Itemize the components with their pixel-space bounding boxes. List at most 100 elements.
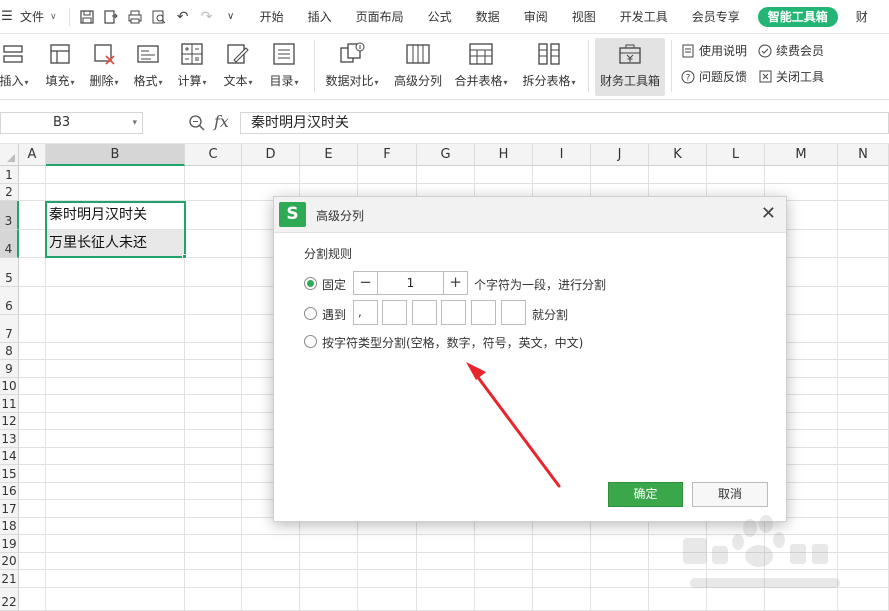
stepper-plus-button[interactable]: + [443, 272, 467, 294]
row-header-9[interactable]: 9 [0, 360, 19, 378]
tab-data[interactable]: 数据 [464, 0, 512, 34]
radio-fixed-label[interactable]: 固定 [322, 276, 346, 293]
column-header-d[interactable]: D [242, 144, 300, 166]
row-header-3[interactable]: 3 [0, 201, 19, 230]
row-header-4[interactable]: 4 [0, 230, 19, 258]
calculate-button[interactable]: 计算▾ [174, 38, 210, 96]
catalog-button[interactable]: 目录▾ [266, 38, 302, 96]
delete-button[interactable]: 删除▾ [86, 38, 122, 96]
finance-toolbox-button[interactable]: 财务工具箱 [595, 38, 665, 96]
feedback-button[interactable]: ? 问题反馈 [681, 68, 747, 85]
column-header-f[interactable]: F [358, 144, 417, 166]
file-menu-button[interactable]: ☰ 文件 ∨ [0, 0, 63, 34]
column-header-m[interactable]: M [765, 144, 838, 166]
help-button[interactable]: 使用说明 [681, 42, 747, 59]
tab-formulas[interactable]: 公式 [416, 0, 464, 34]
column-header-k[interactable]: K [649, 144, 707, 166]
column-header-n[interactable]: N [838, 144, 889, 166]
cancel-button[interactable]: 取消 [692, 482, 768, 507]
close-icon[interactable]: ✕ [761, 203, 776, 224]
delimiter-input-4[interactable] [441, 300, 466, 325]
formula-input[interactable]: 秦时明月汉时关 [240, 112, 889, 134]
tab-page-layout[interactable]: 页面布局 [344, 0, 416, 34]
row-header-13[interactable]: 13 [0, 430, 19, 448]
row-header-8[interactable]: 8 [0, 343, 19, 360]
tab-insert[interactable]: 插入 [296, 0, 344, 34]
radio-by-char-type[interactable] [304, 335, 317, 348]
row-header-11[interactable]: 11 [0, 395, 19, 413]
tab-member[interactable]: 会员专享 [680, 0, 752, 34]
text-button[interactable]: 文本▾ [220, 38, 256, 96]
row-header-19[interactable]: 19 [0, 535, 19, 553]
column-header-c[interactable]: C [185, 144, 242, 166]
row-header-7[interactable]: 7 [0, 315, 19, 343]
row-header-5[interactable]: 5 [0, 258, 19, 287]
renew-member-button[interactable]: 续费会员 [758, 42, 824, 59]
row-header-18[interactable]: 18 [0, 518, 19, 535]
customize-dropdown-icon[interactable]: ∨ [220, 6, 242, 28]
row-header-6[interactable]: 6 [0, 287, 19, 315]
row-header-20[interactable]: 20 [0, 553, 19, 570]
tab-view[interactable]: 视图 [560, 0, 608, 34]
split-table-button[interactable]: 拆分表格▾ [518, 38, 580, 96]
delimiter-input-3[interactable] [412, 300, 437, 325]
cell-b4[interactable]: 万里长征人未还 [46, 230, 185, 257]
print-icon[interactable] [124, 6, 146, 28]
row-header-21[interactable]: 21 [0, 570, 19, 588]
tab-smart-toolbox[interactable]: 智能工具箱 [757, 6, 838, 27]
advanced-split-button[interactable]: 高级分列 [390, 38, 446, 96]
save-icon[interactable] [76, 6, 98, 28]
undo-icon[interactable]: ↶ [172, 6, 194, 28]
insert-function-icon[interactable]: fx [214, 112, 229, 131]
column-header-g[interactable]: G [417, 144, 475, 166]
delimiter-input-6[interactable] [501, 300, 526, 325]
tab-review[interactable]: 审阅 [512, 0, 560, 34]
column-header-h[interactable]: H [475, 144, 533, 166]
row-header-17[interactable]: 17 [0, 500, 19, 518]
select-all-corner[interactable] [0, 144, 19, 166]
delimiter-input-1[interactable]: , [353, 300, 378, 325]
row-header-12[interactable]: 12 [0, 413, 19, 430]
stepper-value-input[interactable]: 1 [378, 272, 443, 294]
tab-finance[interactable]: 财 [844, 0, 868, 34]
row-header-22[interactable]: 22 [0, 588, 19, 611]
stepper-minus-button[interactable]: − [354, 272, 378, 294]
format-button[interactable]: 格式▾ [130, 38, 166, 96]
fill-button[interactable]: 填充▾ [42, 38, 78, 96]
print-preview-icon[interactable] [148, 6, 170, 28]
insert-button[interactable]: 插入▾ [0, 38, 34, 96]
fill-handle[interactable] [182, 254, 187, 259]
delete-label: 删除 [89, 74, 114, 88]
tab-home[interactable]: 开始 [248, 0, 296, 34]
column-header-e[interactable]: E [300, 144, 358, 166]
radio-fixed[interactable] [304, 277, 317, 290]
row-header-15[interactable]: 15 [0, 465, 19, 483]
column-header-j[interactable]: J [591, 144, 649, 166]
finance-toolbox-label: 财务工具箱 [599, 74, 660, 88]
column-header-a[interactable]: A [19, 144, 46, 166]
row-header-1[interactable]: 1 [0, 166, 19, 184]
column-header-i[interactable]: I [533, 144, 591, 166]
merge-table-button[interactable]: 合并表格▾ [450, 38, 512, 96]
row-header-14[interactable]: 14 [0, 448, 19, 465]
row-header-10[interactable]: 10 [0, 378, 19, 395]
radio-encounter[interactable] [304, 307, 317, 320]
name-box[interactable]: B3 ▾ [0, 112, 143, 134]
row-header-2[interactable]: 2 [0, 184, 19, 201]
zoom-search-icon[interactable] [188, 114, 206, 132]
radio-encounter-label[interactable]: 遇到 [322, 306, 346, 323]
data-compare-button[interactable]: 数据对比▾ [322, 38, 382, 96]
delimiter-input-5[interactable] [471, 300, 496, 325]
row-number: 9 [5, 362, 13, 376]
row-header-16[interactable]: 16 [0, 483, 19, 500]
radio-by-char-type-label[interactable]: 按字符类型分割(空格，数字，符号，英文，中文) [322, 334, 583, 351]
tab-developer[interactable]: 开发工具 [608, 0, 680, 34]
ok-button[interactable]: 确定 [608, 482, 683, 507]
cell-b3[interactable]: 秦时明月汉时关 [46, 202, 185, 229]
delimiter-input-2[interactable] [382, 300, 407, 325]
column-header-b[interactable]: B [46, 144, 185, 166]
export-pdf-icon[interactable] [100, 6, 122, 28]
redo-icon[interactable]: ↷ [196, 6, 218, 28]
close-tools-button[interactable]: 关闭工具 [758, 68, 824, 85]
column-header-l[interactable]: L [707, 144, 765, 166]
